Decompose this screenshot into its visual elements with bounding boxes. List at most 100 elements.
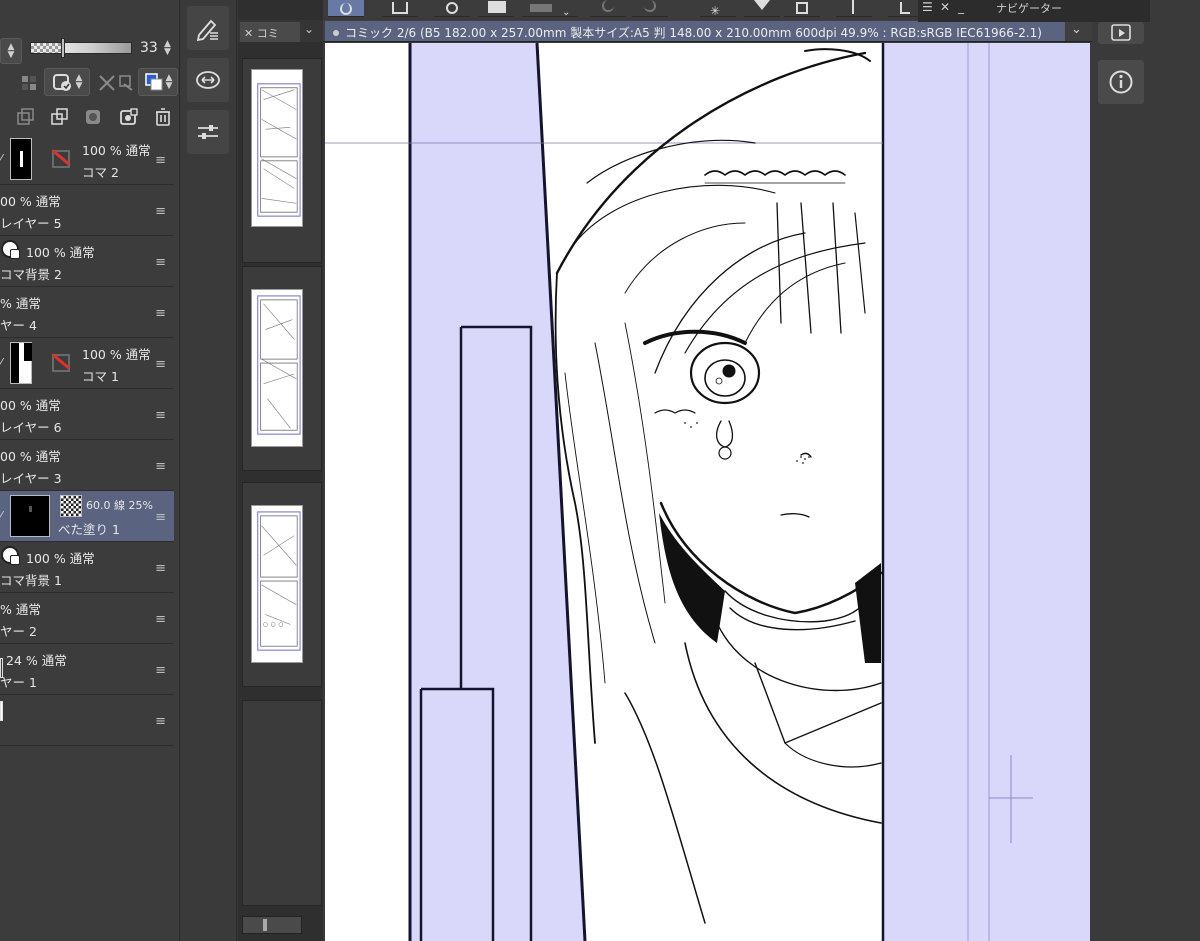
- layer-opacity-mode: 100 % 通常: [26, 551, 95, 566]
- layer-thumbnail: [10, 495, 50, 537]
- clipping-icon[interactable]: [96, 72, 118, 94]
- drag-handle-icon[interactable]: ≡: [155, 204, 166, 219]
- paper-thumbnail: [0, 701, 3, 721]
- drag-handle-icon[interactable]: ≡: [155, 612, 166, 627]
- drag-handle-icon[interactable]: ≡: [155, 663, 166, 678]
- drag-handle-icon[interactable]: ≡: [155, 255, 166, 270]
- layer-row-koma-1[interactable]: ⁄ 100 % 通常 コマ 1 ≡: [0, 338, 174, 389]
- layer-name: レイヤー 6: [0, 420, 62, 435]
- redo-icon[interactable]: [632, 0, 668, 17]
- visibility-icon[interactable]: ⁄: [0, 152, 2, 166]
- layer-name: ヤー 1: [0, 675, 37, 690]
- drag-handle-icon[interactable]: ≡: [155, 561, 166, 576]
- zoom-slider[interactable]: [242, 916, 302, 934]
- new-vector-layer-icon[interactable]: [48, 106, 70, 128]
- layer-opacity-mode: 100 % 通常: [82, 347, 151, 362]
- page-manager-tabbar: ✕ コミ ⌄: [238, 20, 323, 42]
- blend-mode-stepper[interactable]: ▲ ▼: [0, 38, 22, 64]
- drag-handle-icon[interactable]: ≡: [155, 510, 166, 525]
- visibility-icon[interactable]: ⁄: [0, 509, 2, 523]
- drag-handle-icon[interactable]: ≡: [155, 357, 166, 372]
- clipping-stepper-icon[interactable]: [116, 72, 138, 94]
- layer-row-layer-3[interactable]: 00 % 通常 レイヤー 3 ≡: [0, 440, 174, 491]
- drag-handle-icon[interactable]: ≡: [155, 408, 166, 423]
- layer-name: コマ背景 2: [0, 267, 62, 282]
- layer-row-layer-6[interactable]: 00 % 通常 レイヤー 6 ≡: [0, 389, 174, 440]
- pen-settings-icon[interactable]: [187, 6, 229, 50]
- layer-row-koma-bg-2[interactable]: 100 % 通常 コマ背景 2 ≡: [0, 236, 174, 287]
- drag-handle-icon[interactable]: ≡: [155, 153, 166, 168]
- navigator-header: ☰ ✕ _ ナビゲーター: [918, 0, 1150, 22]
- layer-row-koma-2[interactable]: ⁄ 100 % 通常 コマ 2 ≡: [0, 134, 174, 185]
- save-icon[interactable]: [522, 0, 558, 17]
- page-thumbnail[interactable]: [242, 482, 322, 687]
- navigator-title: ナビゲーター: [996, 2, 1062, 15]
- layer-name: コマ背景 1: [0, 573, 62, 588]
- layer-row-fill-1[interactable]: ⁄ 60.0 線 25% べた塗り 1 ≡: [0, 491, 174, 542]
- flip-icon[interactable]: [836, 0, 872, 17]
- layer-row-layer-2[interactable]: % 通常 ヤー 2 ≡: [0, 593, 174, 644]
- mask-disabled-icon[interactable]: [50, 352, 70, 372]
- add-page-icon[interactable]: [434, 0, 470, 17]
- pen-tool-button[interactable]: [328, 0, 364, 17]
- opacity-slider[interactable]: [30, 42, 132, 54]
- opacity-value: 33: [140, 40, 158, 56]
- drag-handle-icon[interactable]: ≡: [155, 459, 166, 474]
- loading-icon[interactable]: ✳: [700, 0, 736, 18]
- trash-icon[interactable]: [152, 106, 174, 128]
- opacity-slider-knob[interactable]: [61, 38, 65, 58]
- app-window: ▲ ▼ 33 ▲ ▼ ▲ ▼ ▲ ▼ ⁄ 100 % 通常 コマ 2 ≡ 00 …: [0, 0, 1200, 941]
- page-thumbnail-empty[interactable]: [242, 700, 322, 906]
- page-thumbnail[interactable]: [242, 266, 322, 471]
- chevron-down-icon[interactable]: ⌄: [304, 22, 314, 36]
- close-icon[interactable]: ✕: [940, 0, 950, 14]
- layer-opacity-mode: 100 % 通常: [26, 245, 95, 260]
- slider-settings-icon[interactable]: [187, 110, 229, 154]
- chevron-down-icon[interactable]: ⌄: [1071, 22, 1082, 37]
- mask-disabled-icon[interactable]: [50, 148, 70, 168]
- layer-row-koma-bg-1[interactable]: 100 % 通常 コマ背景 1 ≡: [0, 542, 174, 593]
- reference-layer-button[interactable]: ▲ ▼: [44, 68, 90, 96]
- page-manager-panel: ✕ コミ ⌄: [238, 0, 323, 941]
- visibility-icon[interactable]: ⁄: [0, 356, 2, 370]
- layer-color-button[interactable]: ▲ ▼: [138, 68, 178, 96]
- layer-row-layer-5[interactable]: 00 % 通常 レイヤー 5 ≡: [0, 185, 174, 236]
- command-bar: ⌄ ✳: [238, 0, 924, 18]
- close-icon[interactable]: ✕: [244, 27, 257, 40]
- drawing-canvas[interactable]: [325, 43, 1090, 941]
- layer-row-paper[interactable]: ≡: [0, 695, 174, 746]
- page-manager-tab-label: コミ: [256, 27, 279, 40]
- animation-icon[interactable]: [1098, 22, 1144, 44]
- folder-icon[interactable]: [478, 0, 514, 17]
- layer-opacity-mode: 00 % 通常: [0, 449, 61, 464]
- page-thumbnail-image: [251, 289, 303, 447]
- transform-icon[interactable]: [784, 0, 820, 17]
- fill-icon[interactable]: [744, 0, 780, 17]
- layer-move-icon[interactable]: [187, 58, 229, 102]
- new-raster-layer-icon[interactable]: [14, 106, 36, 128]
- canvas-document-tab[interactable]: コミック 2/6 (B5 182.00 x 257.00mm 製本サイズ:A5 …: [325, 21, 1065, 41]
- page-thumbnail[interactable]: [242, 58, 322, 263]
- layer-row-layer-4[interactable]: % 通常 ヤー 4 ≡: [0, 287, 174, 338]
- drag-handle-icon[interactable]: ≡: [155, 714, 166, 729]
- unsaved-dot-icon: [333, 30, 339, 36]
- tone-pattern-thumbnail: [60, 495, 82, 517]
- layer-opacity-mode: 00 % 通常: [0, 194, 61, 209]
- lock-transparency-icon[interactable]: [18, 72, 40, 94]
- minimize-icon[interactable]: _: [958, 0, 964, 14]
- info-icon[interactable]: [1098, 60, 1144, 104]
- layer-name: コマ 2: [82, 165, 119, 180]
- drag-handle-icon[interactable]: ≡: [155, 306, 166, 321]
- layer-opacity-mode: % 通常: [0, 602, 41, 617]
- new-folder-icon[interactable]: [82, 106, 104, 128]
- tool-strip: [181, 0, 237, 941]
- page-manager-tab[interactable]: ✕ コミ: [240, 22, 300, 42]
- chevron-down-icon[interactable]: ⌄: [558, 0, 578, 18]
- layer-row-layer-1[interactable]: 24 % 通常 ヤー 1 ≡: [0, 644, 174, 695]
- layer-mask-icon[interactable]: [118, 106, 140, 128]
- mail-icon[interactable]: [382, 0, 418, 17]
- undo-icon[interactable]: [590, 0, 626, 17]
- opacity-stepper[interactable]: ▲ ▼: [164, 40, 171, 57]
- menu-icon[interactable]: ☰: [922, 0, 933, 14]
- layer-thumbnail: [10, 138, 32, 180]
